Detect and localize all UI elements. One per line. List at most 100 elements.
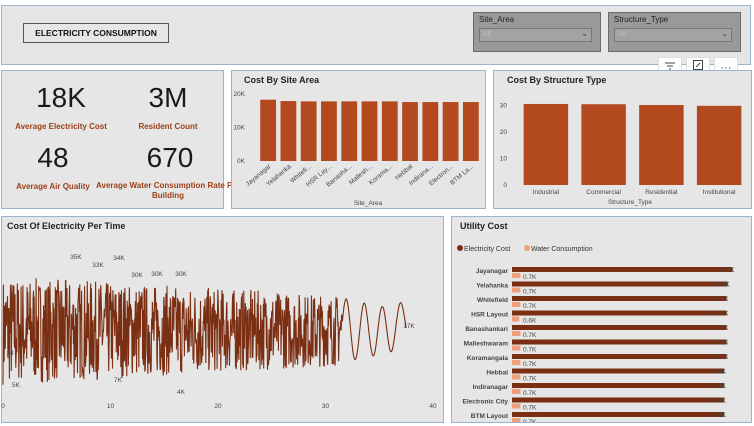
bar-water [512, 345, 521, 351]
y-tick-label: Yelahanka [476, 283, 508, 290]
y-tick-label: 20 [500, 129, 508, 136]
x-tick-label: 10 [107, 403, 115, 410]
data-label: 17.6K [709, 398, 727, 405]
x-tick-label: Residential [645, 189, 678, 196]
bar-electricity [512, 383, 725, 388]
data-label: 0.7K [523, 274, 537, 281]
slicer-label: Structure_Type [614, 15, 669, 24]
series-line [2, 278, 407, 385]
bar-water [512, 360, 521, 365]
x-tick-label: 20 [214, 403, 222, 410]
bar [280, 101, 297, 161]
bar-electricity [512, 339, 727, 345]
bar [321, 101, 337, 161]
bar [422, 102, 439, 161]
site-area-dropdown[interactable]: All ⌄ [479, 28, 592, 42]
y-tick-label: Indiranagar [473, 384, 509, 391]
bar-electricity [512, 412, 725, 417]
data-label: 0.7K [523, 347, 537, 354]
bar [462, 102, 479, 161]
x-tick-label: Commercial [586, 189, 621, 196]
bar-electricity [512, 325, 727, 330]
y-tick-label: HSR Layout [471, 312, 509, 319]
bar-water [512, 287, 521, 293]
data-label: 17.6K [709, 369, 727, 376]
bar-water [512, 389, 521, 394]
bar-electricity [512, 310, 727, 316]
data-label: 0.7K [523, 390, 537, 397]
x-tick-label: 0 [1, 403, 5, 410]
data-label: 17.8K [712, 311, 730, 318]
y-tick-label: 10 [500, 155, 508, 162]
cost-by-structure-type-chart: 0 10 20 30 Industrial Commercial Residential In… [500, 102, 742, 206]
y-tick-label: Whitefield [477, 297, 508, 304]
y-tick-label: 0 [503, 182, 507, 189]
bar [581, 104, 626, 185]
y-tick-label: 20K [233, 91, 245, 98]
chevron-down-icon: ⌄ [721, 29, 728, 38]
bar [260, 99, 277, 161]
bar-electricity [512, 354, 727, 359]
bar-electricity [512, 397, 725, 403]
bar [402, 102, 418, 161]
y-tick-label: Koramangala [467, 355, 509, 362]
bar [523, 103, 569, 185]
bar-water [512, 403, 521, 409]
legend-swatch [524, 245, 530, 251]
bar-electricity [512, 281, 728, 287]
bar [696, 105, 742, 185]
x-axis-title: Site_Area [354, 200, 383, 207]
site-area-slicer[interactable]: Site_Area All ⌄ [473, 12, 601, 52]
bar [300, 101, 317, 161]
legend-label: Electricity Cost [464, 246, 510, 253]
chevron-down-icon: ⌄ [581, 29, 588, 38]
y-tick-label: Banashankari [465, 326, 508, 333]
data-label: 0.7K [523, 361, 537, 368]
data-label: 17.8K [712, 340, 730, 347]
data-label: 4K [177, 389, 186, 396]
y-tick-label: BTM Layout [471, 413, 509, 420]
slicer-label: Site_Area [479, 15, 515, 24]
data-label: 17.8K [712, 354, 730, 361]
data-label: 30K [151, 271, 163, 278]
structure-type-dropdown[interactable]: All ⌄ [614, 28, 732, 42]
bar-electricity [512, 368, 725, 374]
data-label: 34K [113, 255, 125, 262]
data-label: 0.7K [523, 376, 537, 383]
bar [361, 101, 378, 161]
kpi-value: 18K [36, 82, 86, 113]
y-tick-label: Malleshwaram [464, 341, 509, 348]
data-label: 17.8K [712, 296, 730, 303]
structure-type-slicer[interactable]: Structure_Type All ⌄ [608, 12, 741, 52]
bar-water [512, 316, 520, 322]
kpi-label: Average Water Consumption Rate Per Build… [96, 181, 240, 200]
y-tick-label: 10K [233, 125, 245, 132]
kpi-value: 3M [148, 82, 188, 113]
bar [639, 105, 684, 185]
data-label: 0.7K [523, 303, 537, 310]
data-label: 7K [114, 377, 123, 384]
data-label: 33K [92, 262, 104, 269]
slicer-value: All [618, 31, 626, 38]
data-label: 0.7K [523, 419, 537, 422]
data-label: 0.6K [523, 318, 537, 325]
data-label: 17K [403, 323, 415, 330]
bar-water [512, 418, 521, 422]
data-label: 17.9K [713, 282, 731, 289]
bar [381, 101, 398, 161]
bar [341, 101, 358, 161]
y-tick-label: 0K [237, 158, 246, 165]
data-label: 5K [12, 382, 21, 389]
x-axis-title: Structure_Type [608, 199, 652, 206]
data-label: 0.7K [523, 332, 537, 339]
data-label: 17.8K [712, 325, 730, 332]
bar-electricity [512, 267, 733, 272]
bar-electricity [512, 296, 727, 301]
kpi-label: Resident Count [138, 122, 198, 131]
x-tick-label: 30 [322, 403, 330, 410]
chart-title: Utility Cost [460, 221, 508, 231]
data-label: 0.7K [523, 405, 537, 412]
bar-water [512, 331, 521, 336]
bar-water [512, 273, 521, 278]
data-label: 17.6K [709, 383, 727, 390]
